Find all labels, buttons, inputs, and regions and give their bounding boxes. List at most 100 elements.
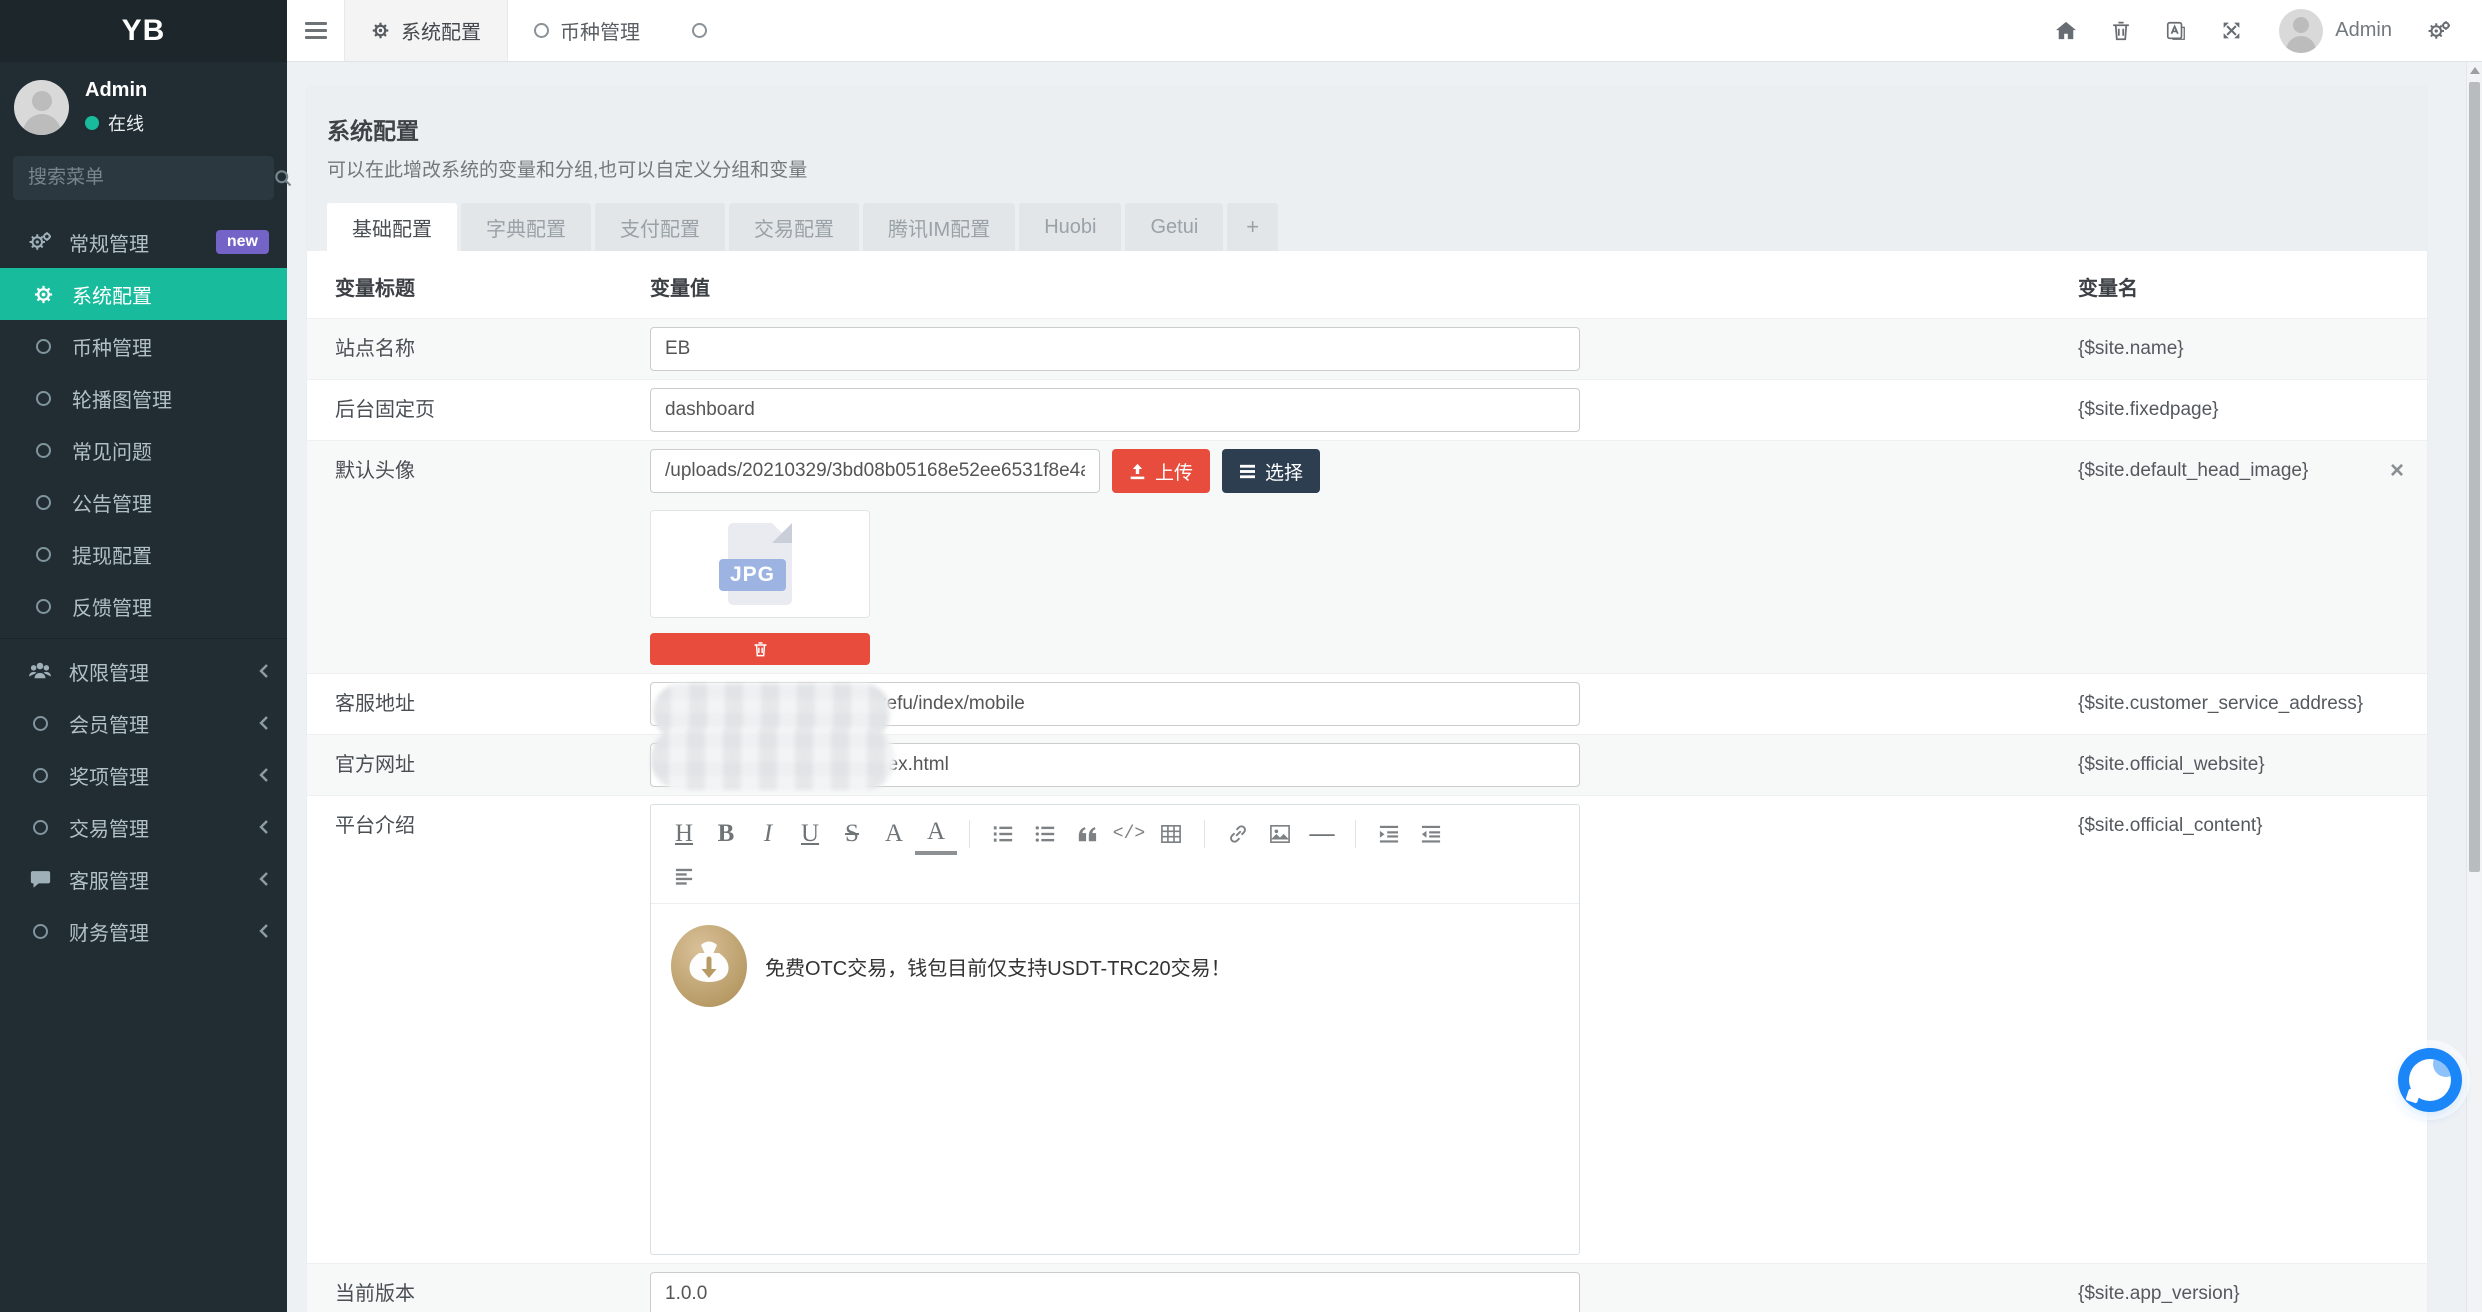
sidebar-item-finance[interactable]: 财务管理 [0,905,287,957]
ordered-list-icon[interactable] [982,813,1024,855]
topbar-username[interactable]: Admin [2335,19,2392,42]
table-icon[interactable] [1150,813,1192,855]
tab-getui[interactable]: Getui [1125,203,1223,251]
translate-icon[interactable] [2148,0,2204,61]
page-title: 系统配置 [327,112,2407,146]
official-website-input[interactable]: dex.html [650,743,1580,787]
avatar-preview-card[interactable]: JPG [650,510,870,618]
editor-content-area[interactable]: 免费OTC交易，钱包目前仅支持USDT-TRC20交易！ [651,904,1579,1254]
circle-icon [534,23,549,38]
sidebar-item-label: 公告管理 [72,488,269,517]
heading-button[interactable]: H [663,813,705,855]
customer-service-address-input[interactable]: kefu/index/mobile [650,682,1580,726]
sidebar-item-trades[interactable]: 交易管理 [0,801,287,853]
circle-icon [31,391,55,406]
delete-preview-button[interactable] [650,633,870,665]
sidebar-item-carousel[interactable]: 轮播图管理 [0,372,287,424]
row-label: 官方网址 [335,743,650,787]
remove-variable-icon[interactable]: × [2390,459,2404,483]
sidebar: YB Admin 在线 常规管理 new [0,0,287,1312]
underline-button[interactable]: U [789,813,831,855]
tab-trade-config[interactable]: 交易配置 [729,203,859,251]
fullscreen-icon[interactable] [2204,0,2259,61]
row-var-name: {$site.name} [2078,327,2412,371]
circle-icon [31,495,55,510]
list-icon [1239,464,1256,479]
vertical-scrollbar[interactable] [2466,62,2482,1312]
sidebar-item-withdraw-config[interactable]: 提现配置 [0,528,287,580]
platform-intro-text: 免费OTC交易，钱包目前仅支持USDT-TRC20交易！ [765,952,1231,981]
topbar: 系统配置 币种管理 Admin [287,0,2482,62]
config-table: 变量标题 变量值 变量名 站点名称 {$site.name} 后台固定页 {$s… [307,251,2427,1312]
table-row: 当前版本 {$site.app_version} [307,1263,2427,1312]
sidebar-item-permissions[interactable]: 权限管理 [0,645,287,697]
horizontal-rule-button[interactable]: — [1301,813,1343,855]
tab-payment-config[interactable]: 支付配置 [595,203,725,251]
app-version-input[interactable] [650,1272,1580,1312]
circle-icon [31,443,55,458]
scroll-up-arrow-icon[interactable] [2470,67,2480,74]
upload-icon [1129,463,1146,480]
add-tab-button[interactable]: + [1227,203,1278,251]
code-button[interactable]: </> [1108,813,1150,855]
sidebar-item-system-config[interactable]: 系统配置 [0,268,287,320]
home-icon[interactable] [2038,0,2094,61]
scrollbar-thumb[interactable] [2469,82,2480,872]
italic-button[interactable]: I [747,813,789,855]
user-panel: Admin 在线 [0,62,287,146]
indent-icon[interactable] [1368,813,1410,855]
site-name-input[interactable] [650,327,1580,371]
visible-url-fragment: kefu/index/mobile [877,693,1025,715]
sidebar-item-label: 客服管理 [69,865,242,894]
strikethrough-button[interactable]: S [831,813,873,855]
topbar-tab-blank[interactable] [666,0,744,61]
unordered-list-icon[interactable] [1024,813,1066,855]
trash-icon[interactable] [2094,0,2148,61]
table-header-row: 变量标题 变量值 变量名 [307,251,2427,318]
link-icon[interactable] [1217,813,1259,855]
topbar-tab-currency[interactable]: 币种管理 [508,0,666,61]
table-row: 平台介绍 H B I U S A A [307,795,2427,1263]
sidebar-item-label: 奖项管理 [69,761,242,790]
circle-icon [31,599,55,614]
table-row: 站点名称 {$site.name} [307,318,2427,379]
toolbar-separator [1204,820,1205,848]
sidebar-item-faq[interactable]: 常见问题 [0,424,287,476]
sidebar-item-label: 财务管理 [69,917,242,946]
user-name: Admin [85,79,147,102]
online-status-icon [85,116,99,130]
tab-basic-config[interactable]: 基础配置 [327,203,457,251]
sidebar-item-label: 常规管理 [69,228,199,257]
blockquote-icon[interactable] [1066,813,1108,855]
sidebar-item-label: 常见问题 [72,436,269,465]
sidebar-item-currency[interactable]: 币种管理 [0,320,287,372]
outdent-icon[interactable] [1410,813,1452,855]
choose-button[interactable]: 选择 [1222,449,1320,493]
image-icon[interactable] [1259,813,1301,855]
topbar-avatar[interactable] [2279,9,2323,53]
chat-widget-button[interactable] [2398,1048,2462,1112]
avatar [14,80,69,135]
topbar-tab-system-config[interactable]: 系统配置 [344,0,508,61]
sidebar-item-feedback[interactable]: 反馈管理 [0,580,287,632]
bold-button[interactable]: B [705,813,747,855]
search-input[interactable] [28,167,273,189]
tab-dictionary-config[interactable]: 字典配置 [461,203,591,251]
align-left-icon[interactable] [663,855,705,897]
sidebar-item-general[interactable]: 常规管理 new [0,216,287,268]
tab-tencent-im-config[interactable]: 腾讯IM配置 [863,203,1015,251]
default-avatar-path-input[interactable] [650,449,1100,493]
sidebar-item-members[interactable]: 会员管理 [0,697,287,749]
sidebar-item-announcement[interactable]: 公告管理 [0,476,287,528]
tab-huobi[interactable]: Huobi [1019,203,1121,251]
sidebar-item-awards[interactable]: 奖项管理 [0,749,287,801]
sidebar-item-customer-service[interactable]: 客服管理 [0,853,287,905]
font-size-button[interactable]: A [873,813,915,855]
fixed-page-input[interactable] [650,388,1580,432]
font-color-button[interactable]: A [915,813,957,855]
upload-button[interactable]: 上传 [1112,449,1210,493]
chevron-left-icon [259,924,269,938]
gears-settings-icon[interactable] [2410,0,2468,61]
row-var-name: {$site.official_website} [2078,743,2412,787]
hamburger-menu-icon[interactable] [287,0,344,61]
